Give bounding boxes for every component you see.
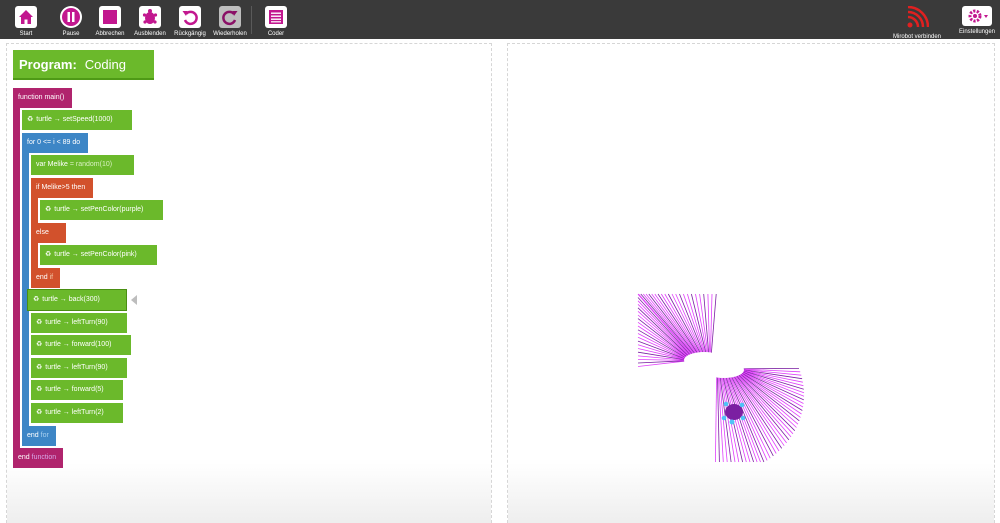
recycle-icon: ♻ bbox=[45, 251, 52, 258]
end-for-block[interactable]: end for bbox=[22, 426, 56, 446]
settings-button[interactable]: Einstellungen bbox=[957, 4, 997, 36]
pen-pink-text: turtle → setPenColor(pink) bbox=[54, 251, 137, 258]
function-main-block[interactable]: function main() bbox=[13, 88, 72, 108]
if-block[interactable]: if Melike>5 then bbox=[31, 178, 93, 198]
turtle-icon bbox=[139, 6, 161, 28]
pause-icon bbox=[60, 6, 82, 28]
turtle-drawing bbox=[637, 293, 805, 463]
stop-icon bbox=[99, 6, 121, 28]
pen-purple-text: turtle → setPenColor(purple) bbox=[54, 206, 144, 213]
else-text: else bbox=[36, 229, 49, 236]
drawing-strand bbox=[637, 297, 691, 355]
settings-label: Einstellungen bbox=[958, 29, 996, 35]
recycle-icon: ♻ bbox=[45, 206, 52, 213]
forward-text: turtle → forward(100) bbox=[45, 341, 112, 348]
set-speed-block[interactable]: ♻ turtle → setSpeed(1000) bbox=[22, 110, 132, 130]
left-turn-text: turtle → leftTurn(90) bbox=[45, 364, 108, 371]
set-pen-pink-block[interactable]: ♻ turtle → setPenColor(pink) bbox=[40, 245, 157, 265]
back-block[interactable]: ♻ turtle → back(300) bbox=[27, 289, 127, 311]
left-turn-90-second-block[interactable]: ♻ turtle → leftTurn(90) bbox=[31, 358, 127, 378]
list-icon bbox=[265, 6, 287, 28]
function-main-text: function main() bbox=[18, 94, 65, 101]
left-turn-text: turtle → leftTurn(2) bbox=[45, 409, 104, 416]
end-for-keyword: for bbox=[40, 432, 49, 439]
random-text: = random(10) bbox=[69, 161, 113, 168]
cancel-label: Abbrechen bbox=[95, 31, 125, 37]
hide-turtle-button[interactable]: Ausblenden bbox=[130, 4, 170, 38]
if-text: if Melike>5 then bbox=[36, 184, 86, 191]
set-speed-text: turtle → setSpeed(1000) bbox=[36, 116, 113, 123]
drawing-strand bbox=[740, 373, 801, 418]
coder-label: Coder bbox=[267, 31, 285, 37]
redo-icon bbox=[219, 6, 241, 28]
pause-button[interactable]: Pause bbox=[51, 4, 91, 38]
recycle-icon: ♻ bbox=[36, 341, 43, 348]
set-pen-purple-block[interactable]: ♻ turtle → setPenColor(purple) bbox=[40, 200, 163, 220]
end-if-keyword: if bbox=[49, 274, 54, 281]
drawing-strand bbox=[740, 374, 800, 422]
forward-5-block[interactable]: ♻ turtle → forward(5) bbox=[31, 380, 123, 400]
hide-label: Ausblenden bbox=[134, 31, 166, 37]
end-function-text: end bbox=[18, 454, 32, 461]
connect-label: Mirobot verbinden bbox=[892, 34, 942, 40]
end-function-block[interactable]: end function bbox=[13, 448, 63, 468]
recycle-icon: ♻ bbox=[36, 319, 43, 326]
left-turn-90-block[interactable]: ♻ turtle → leftTurn(90) bbox=[31, 313, 127, 333]
recycle-icon: ♻ bbox=[36, 386, 43, 393]
home-icon bbox=[15, 6, 37, 28]
turtle-icon bbox=[721, 401, 746, 425]
coder-button[interactable]: Coder bbox=[256, 4, 296, 38]
function-block-bar bbox=[13, 88, 20, 468]
program-header[interactable]: Program:Coding Stars bbox=[13, 50, 154, 102]
for-loop-text: for 0 <= i < 89 do bbox=[27, 139, 81, 146]
recycle-icon: ♻ bbox=[36, 364, 43, 371]
back-text: turtle → back(300) bbox=[42, 296, 100, 303]
redo-button[interactable]: Wiederholen bbox=[210, 4, 250, 38]
wifi-icon bbox=[905, 5, 930, 30]
left-turn-2-block[interactable]: ♻ turtle → leftTurn(2) bbox=[31, 403, 123, 423]
for-loop-block[interactable]: for 0 <= i < 89 do bbox=[22, 133, 88, 153]
end-if-text: end bbox=[36, 274, 50, 281]
drawing-strand bbox=[715, 377, 717, 463]
connect-mirobot-button[interactable]: Mirobot verbinden bbox=[887, 5, 947, 41]
undo-button[interactable]: Rückgängig bbox=[170, 4, 210, 38]
end-if-block[interactable]: end if bbox=[31, 268, 60, 288]
forward-100-block[interactable]: ♻ turtle → forward(100) bbox=[31, 335, 131, 355]
recycle-icon: ♻ bbox=[33, 296, 40, 303]
recycle-icon: ♻ bbox=[27, 116, 34, 123]
start-button[interactable]: Start bbox=[6, 4, 46, 38]
left-turn-text: turtle → leftTurn(90) bbox=[45, 319, 108, 326]
drawing-strand bbox=[642, 293, 694, 354]
undo-icon bbox=[179, 6, 201, 28]
drawing-strand bbox=[637, 311, 688, 356]
toolbar-divider bbox=[251, 6, 252, 34]
var-melike-block[interactable]: var Melike = random(10) bbox=[31, 155, 134, 175]
forward-text: turtle → forward(5) bbox=[45, 386, 104, 393]
start-label: Start bbox=[19, 31, 33, 37]
toolbar: Start Pause Abbrechen Ausblenden Rückgän… bbox=[0, 0, 1000, 41]
pause-label: Pause bbox=[62, 31, 80, 37]
gear-icon bbox=[962, 6, 992, 26]
var-text: var Melike bbox=[36, 161, 70, 168]
redo-label: Wiederholen bbox=[213, 31, 247, 37]
cancel-button[interactable]: Abbrechen bbox=[90, 4, 130, 38]
end-function-keyword: function bbox=[31, 454, 57, 461]
end-for-text: end bbox=[27, 432, 41, 439]
drawing-strand bbox=[648, 293, 695, 354]
drawing-strand bbox=[743, 370, 804, 387]
insert-marker-icon bbox=[131, 295, 137, 305]
undo-label: Rückgängig bbox=[174, 31, 206, 37]
drawing-strands bbox=[637, 293, 805, 463]
program-label: Program: bbox=[19, 57, 77, 72]
else-block[interactable]: else bbox=[31, 223, 66, 243]
recycle-icon: ♻ bbox=[36, 409, 43, 416]
panel-fade bbox=[7, 463, 491, 523]
